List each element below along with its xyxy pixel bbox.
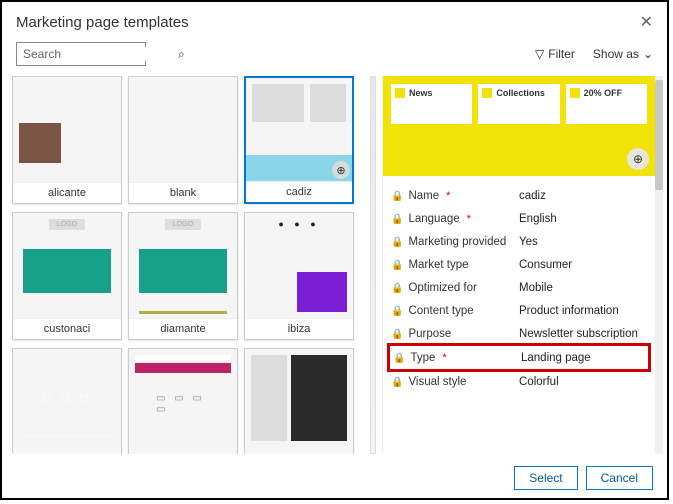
field-value: English <box>519 213 647 225</box>
field-label: Purpose <box>408 328 451 340</box>
field-type: 🔒Type* Landing page <box>389 345 649 370</box>
field-label: Visual style <box>408 376 466 388</box>
search-box[interactable]: ⌕ <box>16 42 146 66</box>
template-label: ibiza <box>245 318 353 339</box>
thumbnail <box>129 213 237 318</box>
thumbnail <box>129 349 237 454</box>
lock-icon: 🔒 <box>391 306 403 317</box>
chevron-down-icon: ⌄ <box>643 47 653 61</box>
template-preview: News Collections 20% OFF ⊕ <box>383 76 655 176</box>
field-marketing-provided: 🔒Marketing provided* Yes <box>389 230 649 253</box>
close-icon[interactable]: ✕ <box>640 12 653 32</box>
template-card-alicante[interactable]: alicante <box>12 76 122 204</box>
search-input[interactable] <box>23 47 178 61</box>
field-value: Newsletter subscription <box>519 328 647 340</box>
lock-icon: 🔒 <box>391 237 403 248</box>
field-label: Content type <box>408 305 473 317</box>
thumbnail <box>13 213 121 318</box>
lock-icon: 🔒 <box>391 214 403 225</box>
content: alicante blank ⊕ cadiz custonaci diamant… <box>2 76 667 458</box>
template-card-diamante[interactable]: diamante <box>128 212 238 340</box>
field-label: Market type <box>408 259 468 271</box>
field-label: Type <box>410 352 435 364</box>
show-as-label: Show as <box>593 47 639 61</box>
thumbnail <box>129 77 237 182</box>
thumbnail <box>245 349 353 454</box>
field-market-type: 🔒Market type* Consumer <box>389 253 649 276</box>
template-label: cadiz <box>246 181 352 202</box>
preview-tile-label: News <box>409 88 433 98</box>
field-value: Landing page <box>521 352 645 364</box>
filter-icon: ▽ <box>535 47 544 61</box>
details-panel: News Collections 20% OFF ⊕ 🔒Nam <box>382 76 663 454</box>
lock-icon: 🔒 <box>391 377 403 388</box>
template-card-cadiz[interactable]: ⊕ cadiz <box>244 76 354 204</box>
template-card-marbella[interactable]: marbella <box>128 348 238 454</box>
zoom-icon[interactable]: ⊕ <box>627 148 649 170</box>
preview-tile: 20% OFF <box>566 84 647 124</box>
template-card-blank[interactable]: blank <box>128 76 238 204</box>
field-label: Name <box>408 190 439 202</box>
field-value: Mobile <box>519 282 647 294</box>
field-purpose: 🔒Purpose* Newsletter subscription <box>389 322 649 345</box>
field-value: cadiz <box>519 190 647 202</box>
field-label: Language <box>408 213 459 225</box>
dialog-title: Marketing page templates <box>16 14 189 31</box>
cancel-button[interactable]: Cancel <box>586 466 653 490</box>
template-label: alicante <box>13 182 121 203</box>
field-value: Yes <box>519 236 647 248</box>
thumbnail <box>13 77 121 182</box>
thumbnail <box>245 213 353 318</box>
lock-icon: 🔒 <box>393 353 405 364</box>
filter-label: Filter <box>548 47 575 61</box>
template-card-palma[interactable]: palma <box>244 348 354 454</box>
details-fields: 🔒Name* cadiz 🔒Language* English 🔒Marketi… <box>383 176 655 401</box>
lock-icon: 🔒 <box>391 329 403 340</box>
filter-button[interactable]: ▽ Filter <box>535 47 575 61</box>
dialog-header: Marketing page templates ✕ <box>2 2 667 38</box>
field-optimized-for: 🔒Optimized for* Mobile <box>389 276 649 299</box>
field-name: 🔒Name* cadiz <box>389 184 649 207</box>
dialog-footer: Select Cancel <box>2 458 667 498</box>
zoom-icon[interactable]: ⊕ <box>332 161 350 179</box>
lock-icon: 🔒 <box>391 283 403 294</box>
thumbnail: ⊕ <box>246 78 352 181</box>
template-card-mallorca[interactable]: mallorca <box>12 348 122 454</box>
field-visual-style: 🔒Visual style* Colorful <box>389 370 649 393</box>
template-card-ibiza[interactable]: ibiza <box>244 212 354 340</box>
gallery-scrollbar[interactable] <box>370 76 376 454</box>
template-label: blank <box>129 182 237 203</box>
toolbar: ⌕ ▽ Filter Show as ⌄ <box>2 38 667 76</box>
lock-icon: 🔒 <box>391 260 403 271</box>
field-value: Consumer <box>519 259 647 271</box>
preview-tile-label: 20% OFF <box>584 88 623 98</box>
thumbnail <box>13 349 121 454</box>
template-card-custonaci[interactable]: custonaci <box>12 212 122 340</box>
field-value: Colorful <box>519 376 647 388</box>
field-content-type: 🔒Content type* Product information <box>389 299 649 322</box>
field-label: Marketing provided <box>408 236 506 248</box>
preview-tile-label: Collections <box>496 88 545 98</box>
search-icon[interactable]: ⌕ <box>178 47 185 62</box>
preview-tile: News <box>391 84 472 124</box>
select-button[interactable]: Select <box>514 466 577 490</box>
toolbar-right: ▽ Filter Show as ⌄ <box>535 47 653 61</box>
field-label: Optimized for <box>408 282 476 294</box>
field-language: 🔒Language* English <box>389 207 649 230</box>
template-label: diamante <box>129 318 237 339</box>
field-value: Product information <box>519 305 647 317</box>
show-as-button[interactable]: Show as ⌄ <box>593 47 653 61</box>
template-picker-dialog: Marketing page templates ✕ ⌕ ▽ Filter Sh… <box>0 0 669 500</box>
template-gallery[interactable]: alicante blank ⊕ cadiz custonaci diamant… <box>12 76 364 454</box>
template-label: custonaci <box>13 318 121 339</box>
preview-tile: Collections <box>478 84 559 124</box>
details-scrollbar[interactable] <box>655 76 663 454</box>
lock-icon: 🔒 <box>391 191 403 202</box>
